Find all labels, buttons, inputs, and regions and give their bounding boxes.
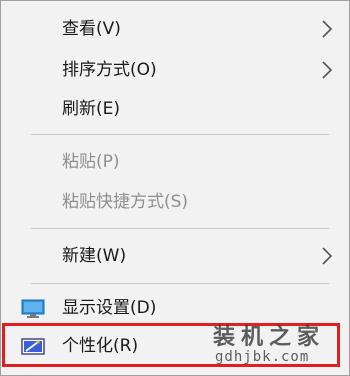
menu-item-view[interactable]: 查看(V) bbox=[2, 10, 348, 48]
menu-item-label: 刷新(E) bbox=[62, 99, 121, 119]
menu-separator bbox=[31, 283, 329, 284]
menu-item-label: 排序方式(O) bbox=[62, 60, 157, 80]
menu-separator bbox=[31, 228, 329, 229]
chevron-right-icon bbox=[322, 61, 333, 79]
menu-item-label: 粘贴快捷方式(S) bbox=[62, 192, 189, 212]
context-menu: 查看(V) 排序方式(O) 刷新(E) 粘贴(P) 粘贴快捷方式(S) 新建(W… bbox=[0, 0, 350, 376]
chevron-right-icon bbox=[322, 247, 333, 265]
menu-item-sort-by[interactable]: 排序方式(O) bbox=[2, 51, 348, 89]
display-settings-icon bbox=[21, 299, 45, 318]
menu-item-paste-shortcut[interactable]: 粘贴快捷方式(S) bbox=[2, 183, 348, 221]
menu-item-label: 粘贴(P) bbox=[62, 152, 120, 172]
menu-item-label: 新建(W) bbox=[62, 246, 127, 266]
chevron-right-icon bbox=[322, 20, 333, 38]
menu-separator bbox=[31, 134, 329, 135]
watermark-title: 装机之家 bbox=[213, 324, 326, 350]
menu-item-label: 显示设置(D) bbox=[62, 298, 157, 318]
watermark: 装机之家 gdhjbk.com bbox=[213, 319, 343, 371]
menu-item-refresh[interactable]: 刷新(E) bbox=[2, 90, 348, 128]
menu-item-paste[interactable]: 粘贴(P) bbox=[2, 143, 348, 181]
watermark-url: gdhjbk.com bbox=[215, 349, 310, 365]
menu-item-label: 查看(V) bbox=[62, 19, 121, 39]
menu-item-new[interactable]: 新建(W) bbox=[2, 237, 348, 275]
